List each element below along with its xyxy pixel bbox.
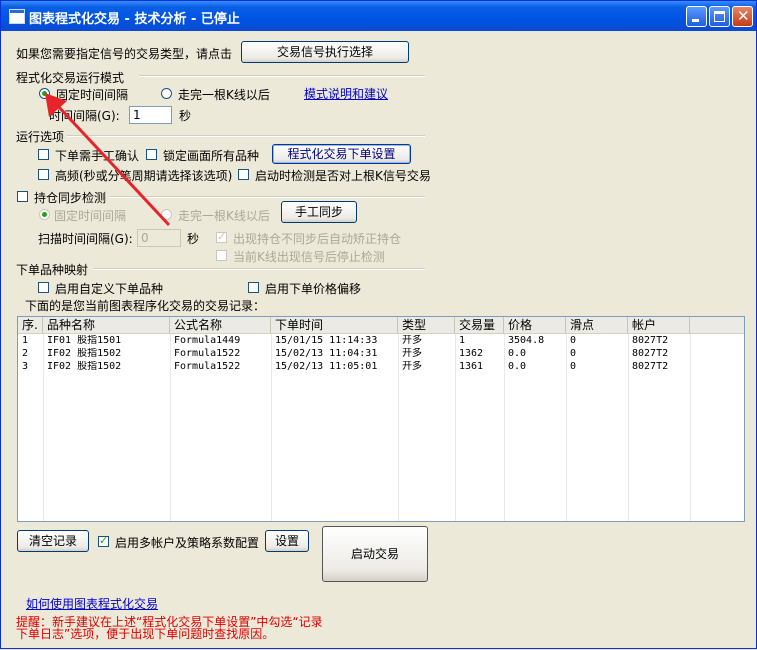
annotation-arrow-icon: [45, 93, 171, 227]
main-window: 图表程式化交易 - 技术分析 - 已停止 ✕ 如果您需要指定信号的交易类型，请点…: [0, 0, 757, 649]
